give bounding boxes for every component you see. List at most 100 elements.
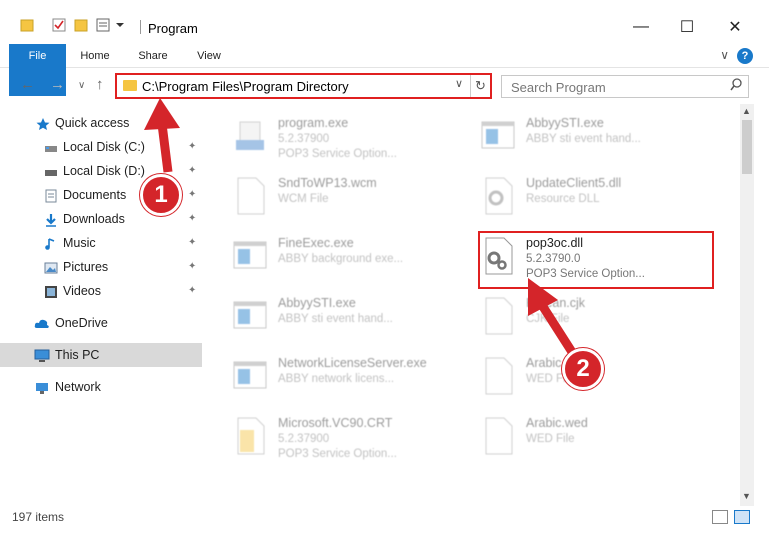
refresh-icon[interactable]: ↻	[470, 75, 490, 97]
sidebar-item-local-disk-c[interactable]: Local Disk (C:) ✦	[0, 136, 200, 158]
pin-icon[interactable]: ✦	[188, 208, 196, 230]
help-icon[interactable]: ?	[737, 48, 753, 64]
file-name: SndToWP13.wcm	[278, 176, 377, 190]
file-name: UpdateClient5.dll	[526, 176, 622, 190]
sidebar-item-pictures[interactable]: Pictures ✦	[0, 256, 200, 278]
pin-icon[interactable]: ✦	[188, 136, 196, 158]
sidebar-item-music[interactable]: Music ✦	[0, 232, 200, 254]
file-name: Korean.cjk	[526, 296, 586, 310]
tab-view[interactable]: View	[186, 44, 232, 68]
setup-icon	[232, 116, 268, 156]
star-icon	[36, 116, 50, 130]
sidebar-item-label: Pictures	[63, 260, 109, 274]
file-detail: Resource DLL	[526, 193, 600, 205]
customize-toolbar-icon[interactable]	[96, 18, 124, 32]
tab-share[interactable]: Share	[130, 44, 176, 68]
item-count: 197 items	[12, 510, 65, 524]
file-item[interactable]: AbbyySTI.exe ABBY sti event hand...	[480, 112, 720, 164]
sidebar-item-this-pc[interactable]: This PC	[0, 344, 200, 366]
dll-gear-icon	[480, 176, 516, 216]
scroll-thumb[interactable]	[742, 120, 752, 174]
pin-icon[interactable]: ✦	[188, 232, 196, 254]
file-item[interactable]: UpdateClient5.dll Resource DLL	[480, 172, 720, 224]
blank-file-icon	[480, 416, 516, 456]
large-icons-view-icon[interactable]	[734, 510, 750, 524]
title-bar: Program — ☐ ✕	[0, 0, 769, 44]
new-folder-icon[interactable]	[74, 18, 88, 32]
sidebar-item-onedrive[interactable]: OneDrive	[0, 312, 200, 334]
music-icon	[44, 236, 58, 250]
pin-icon[interactable]: ✦	[188, 256, 196, 278]
app-window-icon	[232, 356, 268, 396]
computer-icon	[34, 348, 50, 362]
sidebar-item-label: This PC	[55, 348, 100, 362]
pin-icon[interactable]: ✦	[188, 280, 196, 302]
folder-icon[interactable]	[20, 18, 34, 32]
address-dropdown-icon[interactable]: ∨	[455, 77, 463, 90]
recent-locations-button[interactable]: ∨	[78, 80, 85, 91]
search-icon[interactable]	[730, 78, 742, 95]
tab-home[interactable]: Home	[72, 44, 118, 68]
pin-icon[interactable]: ✦	[188, 160, 196, 182]
file-detail: WED File	[526, 433, 575, 445]
file-item[interactable]: Korean.cjk CJK File	[480, 292, 720, 344]
forward-button[interactable]: →	[50, 76, 65, 93]
folder-icon	[123, 80, 137, 91]
close-button[interactable]: ✕	[712, 12, 758, 42]
cloud-icon	[34, 316, 49, 330]
file-item[interactable]: Microsoft.VC90.CRT 5.2.37900 POP3 Servic…	[232, 412, 472, 464]
file-detail: WCM File	[278, 193, 329, 205]
sidebar-item-label: Downloads	[63, 212, 125, 226]
file-list: program.exe 5.2.37900 POP3 Service Optio…	[210, 104, 740, 502]
sidebar-item-label: Videos	[63, 284, 101, 298]
up-button[interactable]: ↑	[96, 76, 104, 93]
file-detail: ABBY sti event hand...	[278, 313, 393, 325]
sidebar-item-label: Local Disk (D:)	[63, 164, 145, 178]
file-name: Arabic.wed	[526, 416, 588, 430]
scroll-up-icon[interactable]: ▲	[742, 106, 751, 116]
step-1-badge: 1	[140, 174, 182, 216]
search-box[interactable]: Search Program	[501, 75, 749, 98]
file-detail: CJK File	[526, 313, 570, 325]
title-separator	[140, 20, 141, 34]
sidebar-item-quick-access[interactable]: Quick access	[0, 112, 200, 134]
window-title: Program	[148, 21, 198, 36]
maximize-button[interactable]: ☐	[664, 12, 710, 42]
details-view-icon[interactable]	[712, 510, 728, 524]
file-item[interactable]: program.exe 5.2.37900 POP3 Service Optio…	[232, 112, 472, 164]
file-item[interactable]: FineExec.exe ABBY background exe...	[232, 232, 472, 284]
file-item[interactable]: AbbyySTI.exe ABBY sti event hand...	[232, 292, 472, 344]
scroll-down-icon[interactable]: ▼	[742, 491, 751, 501]
vertical-scrollbar[interactable]: ▲ ▼	[740, 104, 754, 506]
file-detail: ABBY sti event hand...	[526, 133, 641, 145]
documents-icon	[44, 188, 58, 203]
status-bar: 197 items	[0, 506, 769, 537]
sidebar-item-videos[interactable]: Videos ✦	[0, 280, 200, 302]
ribbon-collapse-icon[interactable]: ∨	[720, 48, 729, 62]
drive-icon	[44, 164, 58, 178]
file-name: AbbyySTI.exe	[278, 296, 356, 310]
pin-icon[interactable]: ✦	[188, 184, 196, 206]
file-name: Microsoft.VC90.CRT	[278, 416, 393, 430]
pictures-icon	[44, 260, 58, 274]
file-item[interactable]: SndToWP13.wcm WCM File	[232, 172, 472, 224]
search-input[interactable]: Search Program	[511, 80, 606, 95]
blank-file-icon	[480, 296, 516, 336]
sidebar-item-network[interactable]: Network	[0, 376, 200, 398]
file-detail: 5.2.37900	[278, 133, 330, 145]
blank-file-icon	[232, 176, 268, 216]
back-button[interactable]: ←	[20, 76, 35, 93]
sidebar-item-label: OneDrive	[55, 316, 108, 330]
file-detail: 5.2.37900	[278, 433, 330, 445]
file-detail: POP3 Service Option...	[278, 448, 397, 460]
properties-icon[interactable]	[52, 18, 66, 32]
minimize-button[interactable]: —	[618, 12, 664, 42]
download-icon	[44, 212, 58, 227]
file-name: FineExec.exe	[278, 236, 354, 250]
file-item[interactable]: NetworkLicenseServer.exe ABBY network li…	[232, 352, 472, 404]
address-path[interactable]: C:\Program Files\Program Directory	[142, 79, 349, 94]
file-item[interactable]: Arabic.wed WED File	[480, 412, 720, 464]
address-bar[interactable]: C:\Program Files\Program Directory ∨ ↻	[115, 73, 492, 99]
navigation-pane: Quick access Local Disk (C:) ✦ Local Dis…	[0, 104, 210, 502]
ribbon-tabs: File Home Share View ∨ ?	[0, 44, 769, 96]
